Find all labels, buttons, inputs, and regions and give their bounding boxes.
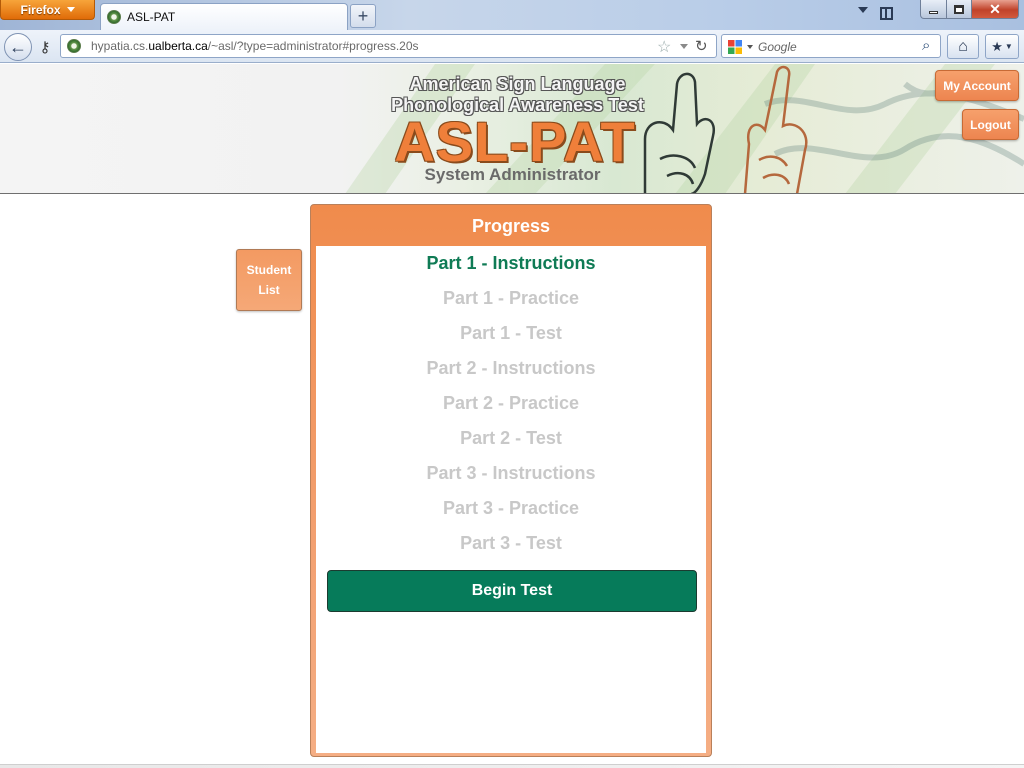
search-icon[interactable]: ⌕ (922, 37, 930, 54)
chevron-down-icon: ▼ (1004, 42, 1013, 51)
progress-step: Part 2 - Test (460, 428, 562, 448)
bookmark-star-icon[interactable]: ☆ (657, 37, 671, 57)
back-button[interactable]: ← (4, 33, 32, 61)
site-favicon-icon (107, 10, 121, 24)
bookmarks-button[interactable]: ★ ▼ (985, 34, 1019, 59)
student-list-label-line2: List (258, 283, 280, 297)
progress-steps-list: Part 1 - Instructions Part 1 - Practice … (316, 253, 706, 568)
begin-test-button[interactable]: Begin Test (327, 570, 697, 612)
bookmarks-icon: ★ (991, 38, 1003, 54)
restore-icon (954, 4, 964, 14)
search-bar[interactable]: Google ⌕ (721, 34, 941, 58)
tab-title: ASL-PAT (127, 10, 176, 24)
browser-navbar: ← ⚷ hypatia.cs.ualberta.ca/~asl/?type=ad… (0, 30, 1024, 63)
search-input[interactable]: Google (758, 40, 797, 54)
progress-body: Part 1 - Instructions Part 1 - Practice … (316, 246, 706, 753)
browser-tab[interactable]: ASL-PAT (100, 3, 348, 30)
key-icon[interactable]: ⚷ (35, 38, 55, 56)
status-strip (0, 764, 1024, 768)
address-bar[interactable]: hypatia.cs.ualberta.ca/~asl/?type=admini… (60, 34, 717, 58)
window-close-button[interactable]: ✕ (971, 0, 1019, 19)
url-history-dropdown-icon[interactable] (680, 44, 688, 49)
site-header: American Sign Language Phonological Awar… (0, 64, 1024, 194)
progress-panel: Progress Part 1 - Instructions Part 1 - … (310, 204, 712, 757)
minimize-icon (929, 10, 938, 14)
subtitle-line-1: American Sign Language (409, 74, 626, 94)
tab-groups-icon[interactable] (880, 7, 893, 20)
student-list-button[interactable]: Student List (236, 249, 302, 311)
my-account-button[interactable]: My Account (935, 70, 1019, 101)
progress-step: Part 2 - Practice (442, 393, 580, 413)
url-prefix: hypatia.cs. (91, 39, 149, 53)
url-domain: ualberta.ca (148, 39, 208, 53)
chevron-down-icon (66, 7, 75, 12)
reload-icon[interactable]: ↻ (695, 37, 708, 55)
role-label: System Administrator (424, 165, 601, 184)
firefox-menu-label: Firefox (20, 2, 61, 17)
url-suffix: /~asl/?type=administrator#progress.20s (207, 39, 419, 53)
logout-button[interactable]: Logout (962, 109, 1019, 140)
firefox-menu-button[interactable]: Firefox (0, 0, 95, 20)
progress-step: Part 1 - Practice (442, 288, 580, 308)
progress-step: Part 1 - Test (460, 323, 562, 343)
progress-title: Progress (471, 216, 551, 236)
url-text[interactable]: hypatia.cs.ualberta.ca/~asl/?type=admini… (91, 39, 419, 53)
progress-step: Part 1 - Instructions (426, 253, 596, 273)
list-all-tabs-icon[interactable] (858, 7, 868, 13)
logo-title: ASL-PAT (394, 110, 636, 173)
back-arrow-icon: ← (9, 36, 27, 57)
window-minimize-button[interactable] (920, 0, 947, 19)
home-icon: ⌂ (958, 37, 968, 55)
progress-step: Part 3 - Test (460, 533, 562, 553)
progress-step: Part 3 - Instructions (426, 463, 596, 483)
search-engine-dropdown-icon[interactable] (747, 45, 753, 49)
google-icon[interactable] (727, 39, 743, 55)
site-identity-icon[interactable] (67, 39, 81, 53)
progress-step: Part 2 - Instructions (426, 358, 596, 378)
browser-titlebar: Firefox ASL-PAT + ✕ (0, 0, 1024, 30)
window-restore-button[interactable] (946, 0, 972, 19)
student-list-label-line1: Student (246, 263, 292, 277)
home-button[interactable]: ⌂ (947, 34, 979, 59)
new-tab-button[interactable]: + (350, 4, 376, 28)
progress-step: Part 3 - Practice (442, 498, 580, 518)
